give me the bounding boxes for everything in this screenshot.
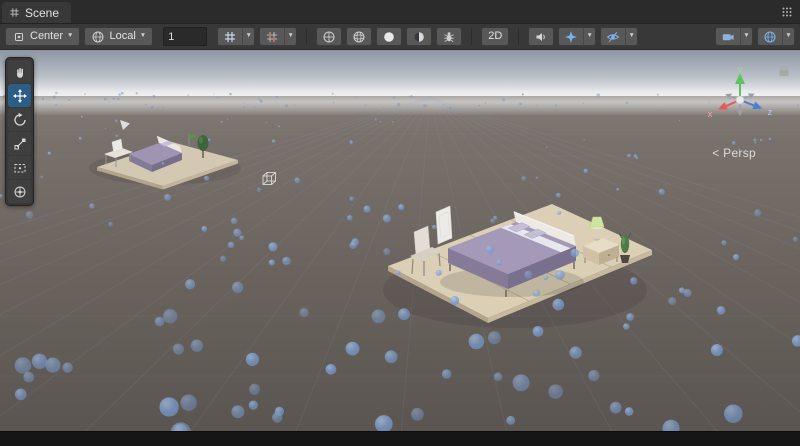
scene-toolbar: Center ▼ Local ▼ ▼ — [0, 24, 800, 50]
camera-icon — [721, 30, 735, 44]
perspective-toggle[interactable]: < Persp — [712, 146, 756, 160]
half-sphere-icon — [412, 30, 426, 44]
toolbar-separator — [518, 28, 519, 45]
draw-mode-button[interactable] — [316, 27, 342, 46]
gizmo-y-label: y — [738, 64, 743, 75]
shadows-toggle-button[interactable] — [406, 27, 432, 46]
effects-button[interactable] — [558, 27, 583, 46]
gizmo-z-label: z — [768, 107, 773, 118]
scene-camera-settings-dropdown[interactable]: ▼ — [782, 27, 795, 46]
grid-visibility-button[interactable] — [217, 27, 242, 46]
eye-slash-icon — [606, 30, 620, 44]
gizmo-x-label: x — [708, 109, 713, 120]
rect-tool-button[interactable] — [8, 156, 31, 179]
shaded-mode-button[interactable] — [346, 27, 372, 46]
sparkle-icon — [564, 30, 578, 44]
rotate-tool-button[interactable] — [8, 108, 31, 131]
tab-bar: Scene — [0, 0, 800, 24]
scene-camera-settings-control: ▼ — [757, 27, 795, 46]
rotate-icon — [12, 112, 28, 128]
wire-sphere-icon — [322, 30, 336, 44]
camera-control: ▼ — [715, 27, 753, 46]
toolbar-separator — [471, 28, 472, 45]
move-tool-button[interactable] — [8, 84, 31, 107]
pivot-icon — [12, 30, 26, 44]
mode-2d-label: 2D — [488, 31, 502, 42]
orientation-dropdown[interactable]: Local ▼ — [84, 27, 153, 46]
scene-view-window: Scene Center ▼ — [0, 0, 800, 446]
snap-settings-dropdown[interactable]: ▼ — [284, 27, 297, 46]
grid-icon — [223, 30, 237, 44]
snap-settings-button[interactable] — [259, 27, 284, 46]
hand-tool-button[interactable] — [8, 60, 31, 83]
scene-viewport[interactable]: y x z < Persp — [0, 50, 800, 446]
window-bottom-edge — [0, 431, 800, 446]
toolbar-separator — [306, 28, 307, 45]
gizmo-center[interactable] — [736, 96, 744, 104]
distant-sprite — [213, 93, 215, 95]
tab-scene[interactable]: Scene — [2, 2, 71, 23]
scene-visibility-button[interactable] — [600, 27, 625, 46]
pivot-mode-dropdown[interactable]: Center ▼ — [5, 27, 80, 46]
camera-dropdown[interactable]: ▼ — [740, 27, 753, 46]
transform-icon — [12, 184, 28, 200]
debug-mode-button[interactable] — [436, 27, 462, 46]
grid-visibility-dropdown[interactable]: ▼ — [242, 27, 255, 46]
effects-control: ▼ — [558, 27, 596, 46]
caret-icon: ▼ — [140, 33, 146, 40]
snap-settings-control: ▼ — [259, 27, 297, 46]
effects-dropdown[interactable]: ▼ — [583, 27, 596, 46]
snap-grid-icon — [265, 30, 279, 44]
scene-camera-settings-button[interactable] — [757, 27, 782, 46]
scene-tab-icon — [9, 7, 20, 18]
transform-tool-button[interactable] — [8, 180, 31, 203]
lock-icon[interactable] — [778, 64, 790, 83]
caret-icon: ▼ — [67, 33, 73, 40]
bug-icon — [442, 30, 456, 44]
shaded-sphere-icon — [352, 30, 366, 44]
window-menu-icon[interactable] — [781, 6, 793, 18]
tab-label: Scene — [25, 6, 59, 20]
move-icon — [12, 88, 28, 104]
scene-visibility-control: ▼ — [600, 27, 638, 46]
orientation-label: Local — [109, 31, 135, 42]
snap-increment-input[interactable] — [163, 27, 207, 46]
scene-render[interactable] — [0, 50, 800, 446]
rect-icon — [12, 160, 28, 176]
speaker-icon — [534, 30, 548, 44]
blue-globe-icon — [763, 30, 777, 44]
scale-icon — [12, 136, 28, 152]
camera-button[interactable] — [715, 27, 740, 46]
audio-toggle-button[interactable] — [528, 27, 554, 46]
light-sphere-icon — [382, 30, 396, 44]
hand-icon — [12, 64, 28, 80]
lighting-toggle-button[interactable] — [376, 27, 402, 46]
tool-palette — [5, 57, 34, 206]
scale-tool-button[interactable] — [8, 132, 31, 155]
globe-icon — [91, 30, 105, 44]
scene-gizmo[interactable]: y x z — [698, 64, 782, 141]
scene-visibility-dropdown[interactable]: ▼ — [625, 27, 638, 46]
pivot-label: Center — [30, 31, 63, 42]
grid-visibility-control: ▼ — [217, 27, 255, 46]
mode-2d-button[interactable]: 2D — [481, 27, 509, 46]
